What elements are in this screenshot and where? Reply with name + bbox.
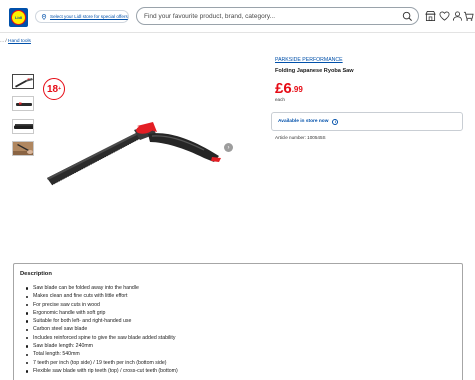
basket-icon[interactable] <box>463 10 474 22</box>
breadcrumb-prefix: ... / <box>0 39 7 44</box>
product-main-image <box>47 122 221 186</box>
thumbnail-3[interactable] <box>12 119 34 134</box>
saw-in-use-thumbnail-image <box>13 142 33 155</box>
list-item: Includes reinforced spine to give the sa… <box>26 334 178 342</box>
search-icon[interactable] <box>402 11 413 22</box>
favourites-icon[interactable] <box>439 10 450 22</box>
lidl-logo[interactable]: Lidl <box>9 8 28 27</box>
list-item: For precise saw cuts in wood <box>26 301 178 309</box>
availability-label: Available in store now <box>278 119 329 124</box>
list-item: Makes clean and fine cuts with little ef… <box>26 292 178 300</box>
saw-folded-thumbnail-image <box>16 102 32 106</box>
list-item: Carbon steel saw blade <box>26 325 178 333</box>
store-selector-button[interactable]: Select your Lidl store for special offer… <box>35 10 129 23</box>
list-item: Saw blade can be folded away into the ha… <box>26 284 178 292</box>
price-decimal: .99 <box>291 85 303 94</box>
price-unit: each <box>275 97 285 102</box>
article-number: Article number: 100545S <box>275 135 326 140</box>
store-selector-label: Select your Lidl store for special offer… <box>50 14 128 19</box>
list-item: Flexible saw blade with rip teeth (top) … <box>26 367 178 375</box>
image-next-arrow-icon[interactable]: › <box>224 143 233 152</box>
age-restriction-number: 18 <box>46 83 59 95</box>
location-pin-icon <box>41 13 47 20</box>
description-title: Description <box>20 271 52 277</box>
price-main: £6 <box>275 80 292 97</box>
list-item: 7 teeth per inch (top side) / 19 teeth p… <box>26 359 178 367</box>
search-bar[interactable] <box>136 7 419 25</box>
logo-mark: Lidl <box>11 10 26 25</box>
site-header: Lidl Select your Lidl store for special … <box>0 0 475 33</box>
saw-thumbnail-image <box>15 78 33 88</box>
search-input[interactable] <box>144 12 399 20</box>
list-item: Ergonomic handle with soft grip <box>26 309 178 317</box>
breadcrumb: ... / Hand tools <box>0 39 31 44</box>
thumbnail-1[interactable] <box>12 74 34 89</box>
list-item: Total length: 540mm <box>26 350 178 358</box>
product-price: £6.99 <box>275 81 303 96</box>
list-item: Saw blade length: 240mm <box>26 342 178 350</box>
list-item: Suitable for both left- and right-handed… <box>26 317 178 325</box>
description-list: Saw blade can be folded away into the ha… <box>26 284 178 375</box>
availability-box[interactable]: Available in store now i <box>271 112 463 131</box>
user-icon[interactable] <box>452 10 463 22</box>
description-panel: Description Saw blade can be folded away… <box>13 263 463 380</box>
info-icon[interactable]: i <box>332 118 339 125</box>
product-title: Folding Japanese Ryoba Saw <box>275 68 354 74</box>
breadcrumb-link-hand-tools[interactable]: Hand tools <box>8 39 31 44</box>
saw-closed-thumbnail-image <box>14 124 33 129</box>
store-icon[interactable] <box>425 10 436 22</box>
age-restriction-plus: + <box>58 86 62 92</box>
age-restriction-badge: 18 + <box>43 78 65 100</box>
thumbnail-4[interactable] <box>12 141 34 156</box>
thumbnail-2[interactable] <box>12 96 34 111</box>
product-brand-link[interactable]: PARKSIDE PERFORMANCE <box>275 57 343 63</box>
